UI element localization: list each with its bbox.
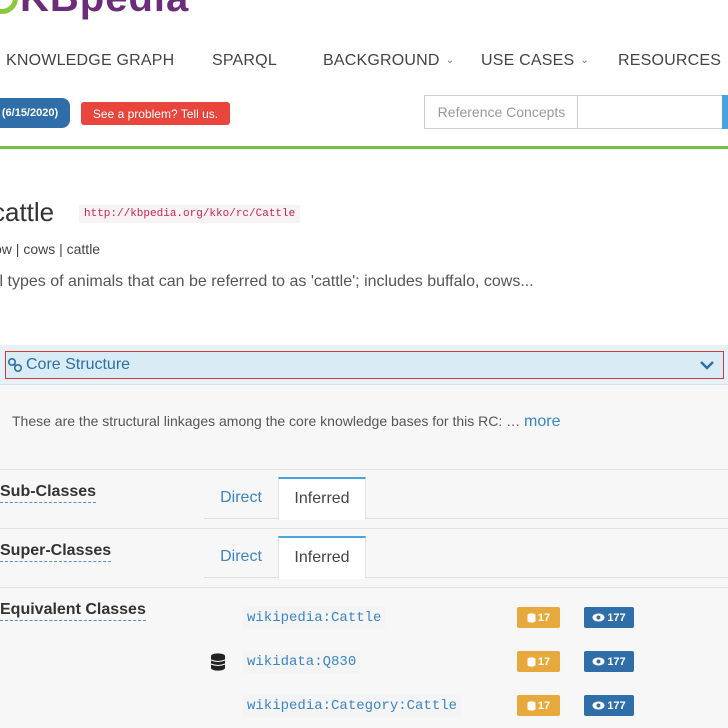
nav-label: SPARQL	[212, 52, 277, 69]
count-value: 17	[537, 611, 551, 624]
row-divider	[0, 587, 728, 588]
equivalent-class-link[interactable]: wikipedia:Category:Cattle	[243, 695, 462, 717]
nav-resources[interactable]: RESOURCES⌄	[618, 52, 728, 70]
views-value: 177	[607, 611, 626, 624]
nav-label: USE CASES	[481, 52, 575, 69]
equivalent-class-row: wikipedia:Category:Cattle 17 177	[0, 692, 728, 722]
concept-title: cattle	[0, 197, 55, 227]
panel-title: Core Structure	[26, 356, 131, 373]
nav-label: BACKGROUND	[323, 52, 440, 69]
eye-icon	[592, 613, 605, 622]
database-icon	[527, 700, 536, 711]
site-logo[interactable]: KBpedia	[0, 0, 189, 18]
equivalent-class-link[interactable]: wikipedia:Cattle	[243, 607, 386, 629]
report-problem-button[interactable]: See a problem? Tell us.	[81, 102, 230, 125]
caret-down-icon: ⌄	[580, 55, 589, 66]
alt-labels: ow | cows | cattle	[0, 241, 101, 257]
tab-direct[interactable]: Direct	[204, 536, 278, 578]
nav-background[interactable]: BACKGROUND ⌄	[323, 52, 454, 70]
views-badge[interactable]: 177	[584, 695, 634, 716]
count-value: 17	[537, 699, 551, 712]
database-icon	[527, 656, 536, 667]
tab-inferred[interactable]: Inferred	[278, 536, 366, 579]
views-badge[interactable]: 177	[584, 651, 634, 672]
header-divider	[0, 146, 728, 149]
equivalent-class-link[interactable]: wikidata:Q830	[243, 651, 361, 673]
logo-mark-icon	[0, 0, 18, 14]
count-badge[interactable]: 17	[517, 607, 560, 628]
count-badge[interactable]: 17	[517, 695, 560, 716]
views-value: 177	[607, 699, 626, 712]
main-nav: KNOWLEDGE GRAPH SPARQL BACKGROUND ⌄ USE C…	[0, 52, 728, 74]
search-input[interactable]	[577, 95, 723, 129]
equivalent-class-row: wikidata:Q830 17 177	[0, 648, 728, 678]
core-structure-intro: These are the structural linkages among …	[12, 413, 561, 431]
equivalent-class-row: wikipedia:Cattle 17 177	[0, 604, 728, 634]
core-structure-header[interactable]: Core Structure	[5, 351, 724, 379]
count-badge[interactable]: 17	[517, 651, 560, 672]
version-badge[interactable]: (6/15/2020)	[0, 98, 70, 128]
tab-inferred[interactable]: Inferred	[278, 477, 366, 520]
views-badge[interactable]: 177	[584, 607, 634, 628]
tab-direct[interactable]: Direct	[204, 477, 278, 519]
nav-label: KNOWLEDGE GRAPH	[6, 52, 175, 69]
search-scope-select[interactable]: Reference Concepts	[424, 95, 578, 129]
intro-text: These are the structural linkages among …	[12, 413, 521, 429]
sub-classes-tabs: Direct Inferred	[204, 477, 728, 520]
sub-classes-label: Sub-Classes	[0, 483, 97, 503]
super-classes-tabs: Direct Inferred	[204, 536, 728, 579]
link-icon	[6, 356, 24, 374]
logo-text: KBpedia	[20, 0, 189, 18]
eye-icon	[592, 657, 605, 666]
more-link[interactable]: more	[524, 413, 560, 430]
super-classes-label: Super-Classes	[0, 542, 112, 562]
count-value: 17	[537, 655, 551, 668]
concept-definition: ll types of animals that can be referred…	[0, 273, 534, 290]
eye-icon	[592, 701, 605, 710]
row-divider	[0, 528, 728, 529]
row-divider	[0, 469, 728, 470]
views-value: 177	[607, 655, 626, 668]
caret-down-icon: ⌄	[445, 55, 455, 66]
database-icon	[210, 653, 226, 671]
nav-label: RESOURCES	[618, 52, 722, 69]
nav-use-cases[interactable]: USE CASES ⌄	[481, 52, 589, 70]
chevron-down-icon[interactable]	[699, 357, 715, 373]
nav-knowledge-graph[interactable]: KNOWLEDGE GRAPH	[6, 52, 174, 70]
database-icon	[527, 612, 536, 623]
nav-sparql[interactable]: SPARQL	[212, 52, 277, 70]
search-button[interactable]	[722, 95, 728, 129]
concept-uri: http://kbpedia.org/kko/rc/Cattle	[79, 205, 301, 223]
